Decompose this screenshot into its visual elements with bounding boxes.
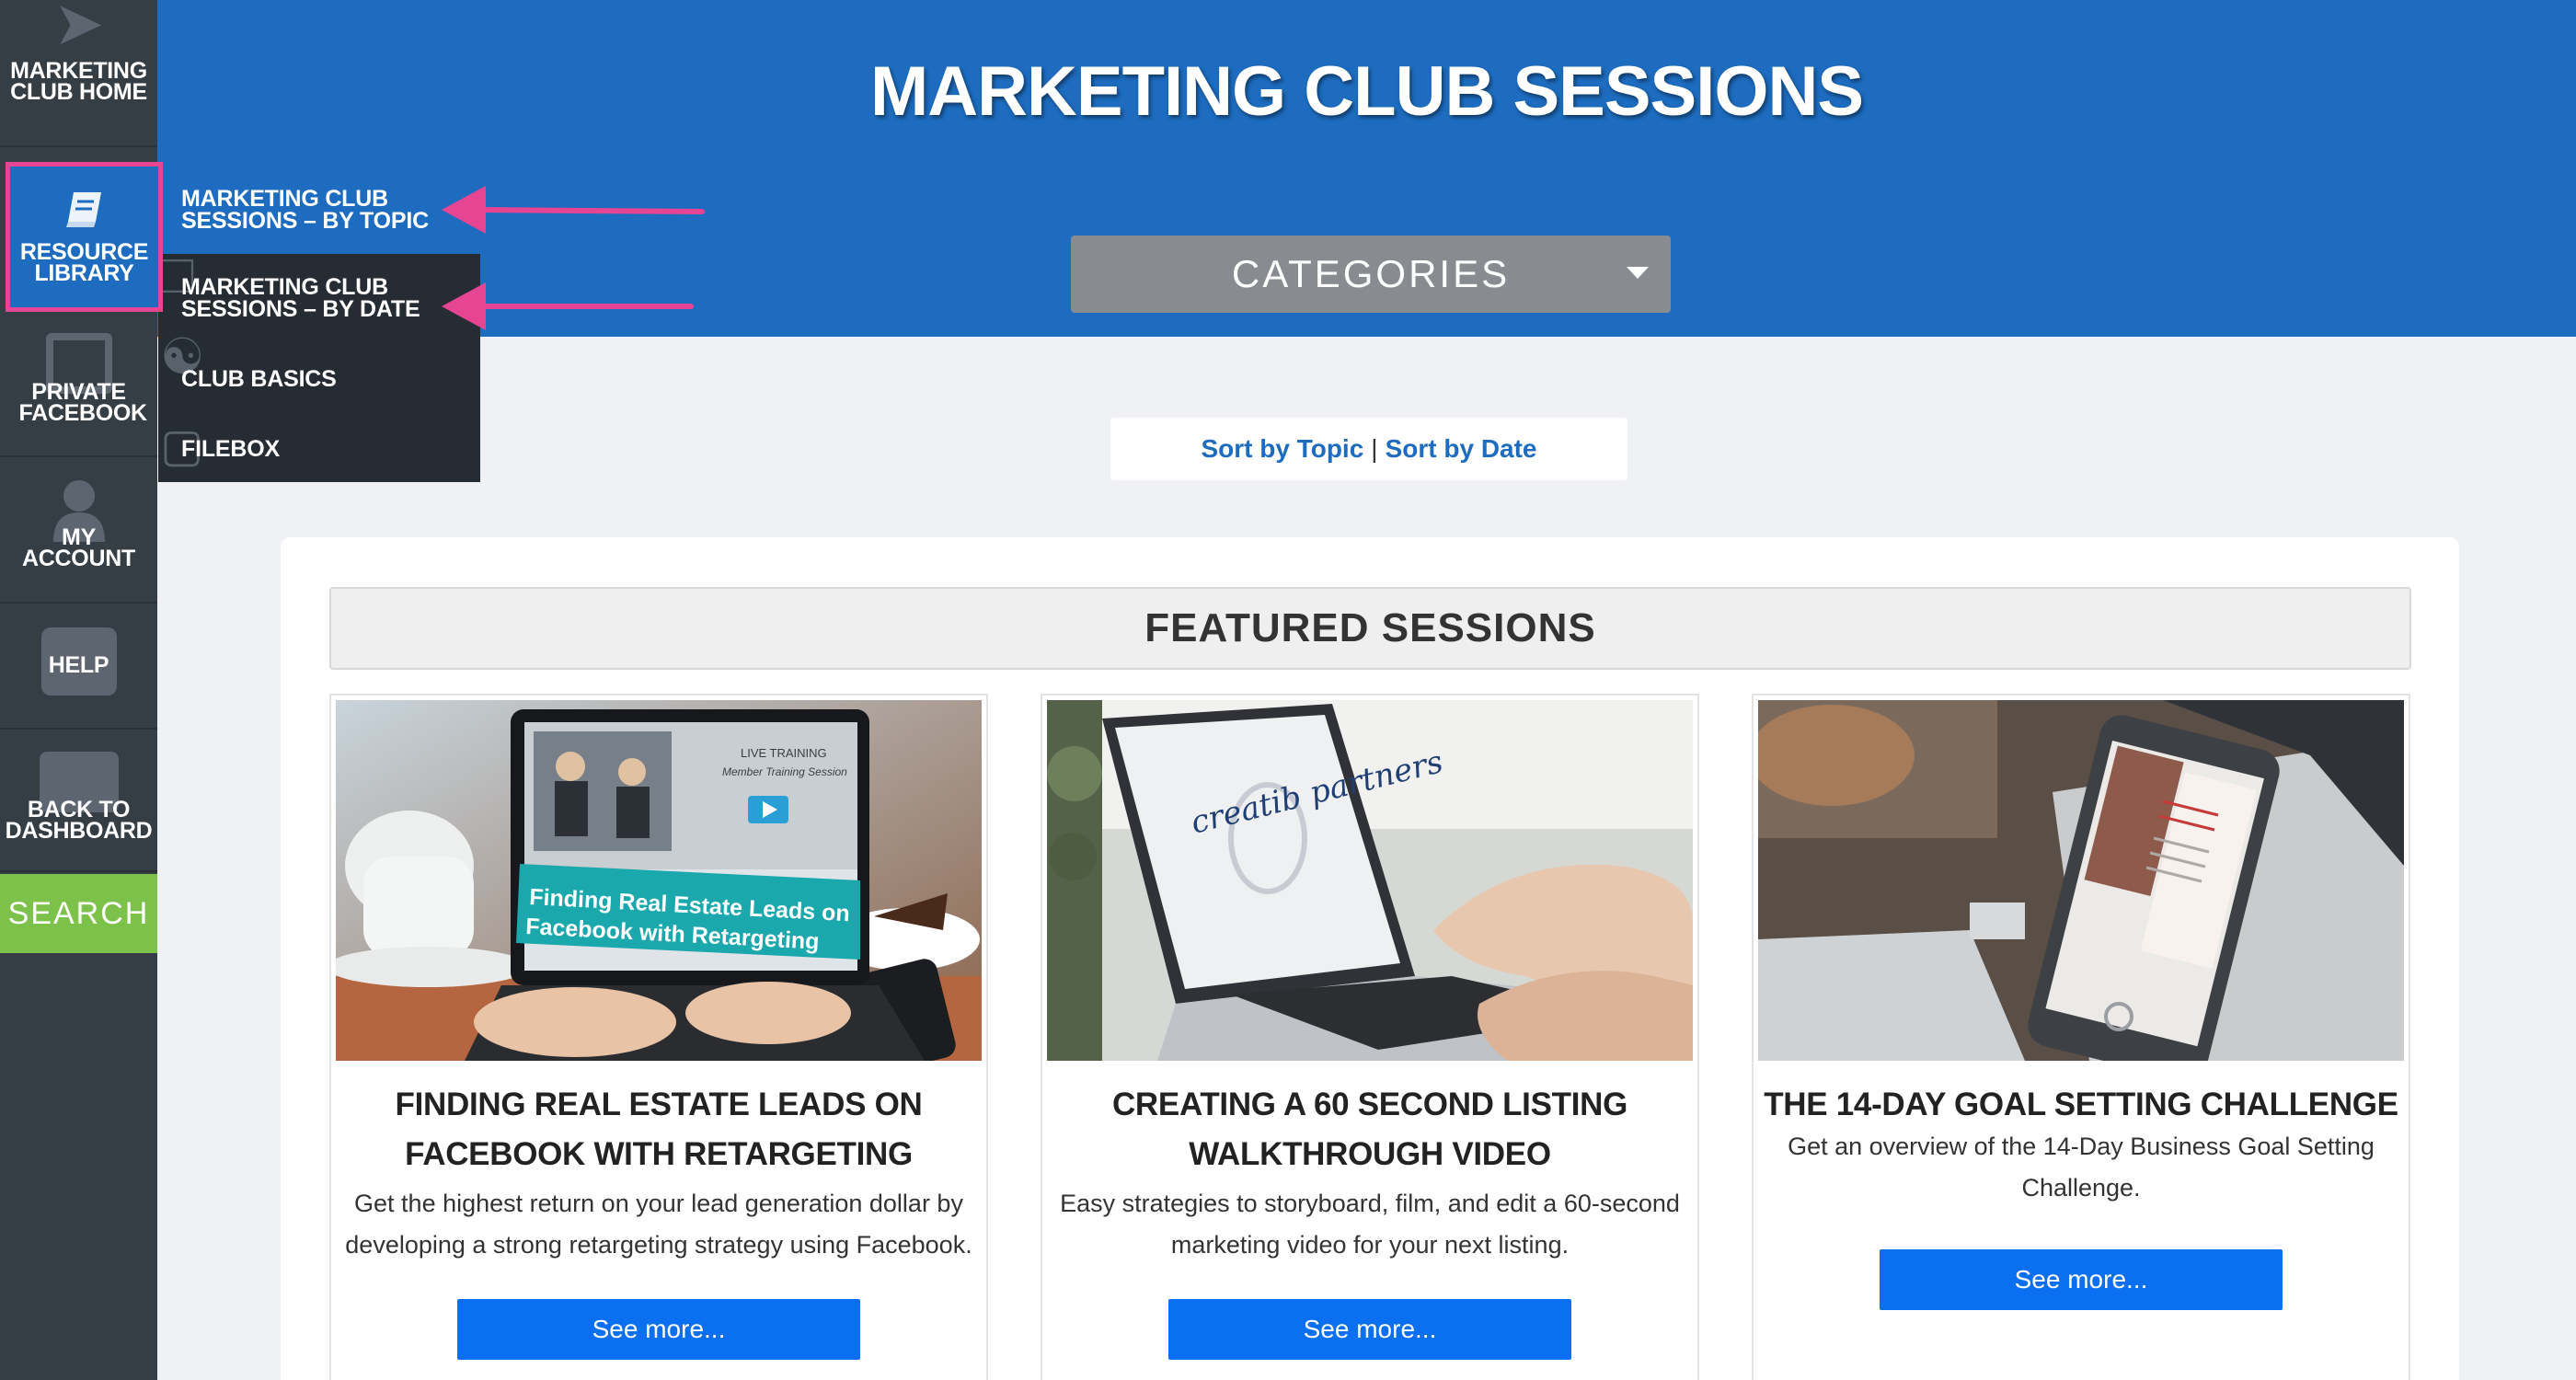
sidebar-item-resource-library[interactable]: RESOURCE LIBRARY bbox=[6, 162, 163, 312]
submenu-item-club-basics[interactable]: ☯ CLUB BASICS bbox=[158, 329, 480, 416]
featured-sessions-heading: FEATURED SESSIONS bbox=[329, 587, 2411, 670]
sidebar-item-label: MARKETING CLUB HOME bbox=[10, 58, 147, 105]
paper-plane-icon: ➤ bbox=[52, 0, 105, 57]
session-card-title: THE 14-DAY GOAL SETTING CHALLENGE bbox=[1764, 1087, 2398, 1122]
building-icon: ☯ bbox=[160, 329, 205, 385]
session-thumbnail-goal-challenge[interactable] bbox=[1758, 700, 2404, 1061]
resource-library-submenu: MARKETING CLUB SESSIONS – BY TOPIC □ MAR… bbox=[158, 166, 480, 482]
sidebar-item-label: MY ACCOUNT bbox=[22, 523, 135, 571]
featured-sessions-panel: FEATURED SESSIONS LIVE TRAINING Member T… bbox=[281, 537, 2459, 1380]
sidebar-item-help[interactable]: HELP bbox=[0, 604, 157, 730]
sidebar-item-my-account[interactable]: MY ACCOUNT bbox=[0, 457, 157, 604]
see-more-button[interactable]: See more... bbox=[1880, 1249, 2283, 1310]
sidebar-item-label: PRIVATE FACEBOOK bbox=[18, 378, 148, 426]
session-card-title: FINDING REAL ESTATE LEADS ON FACEBOOK WI… bbox=[395, 1087, 923, 1172]
categories-label: CATEGORIES bbox=[1231, 252, 1511, 295]
sort-by-date-link[interactable]: Sort by Date bbox=[1386, 434, 1537, 464]
session-card-title: CREATING A 60 SECOND LISTING WALKTHROUGH… bbox=[1111, 1087, 1628, 1172]
sidebar-item-label: BACK TO DASHBOARD bbox=[5, 796, 153, 844]
session-card-description: Get an overview of the 14-Day Business G… bbox=[1788, 1133, 2375, 1202]
submenu-item-sessions-by-topic[interactable]: MARKETING CLUB SESSIONS – BY TOPIC bbox=[158, 166, 480, 254]
thumbnail-text: Member Training Session bbox=[722, 765, 847, 778]
submenu-item-label: MARKETING CLUB SESSIONS – BY DATE bbox=[181, 274, 420, 322]
submenu-item-label: FILEBOX bbox=[181, 436, 280, 462]
session-thumbnail-listing-video[interactable]: creatib partners bbox=[1047, 700, 1693, 1061]
arrow-left-icon bbox=[442, 282, 694, 330]
page-title: MARKETING CLUB SESSIONS bbox=[869, 52, 1864, 131]
thumbnail-text: LIVE TRAINING bbox=[741, 746, 827, 760]
book-icon bbox=[65, 191, 101, 227]
arrow-left-icon bbox=[442, 186, 705, 234]
sidebar-item-private-facebook[interactable]: PRIVATE FACEBOOK bbox=[0, 313, 157, 457]
submenu-item-label: MARKETING CLUB SESSIONS – BY TOPIC bbox=[181, 186, 429, 234]
see-more-button[interactable]: See more... bbox=[1168, 1299, 1571, 1360]
session-card: THE 14-DAY GOAL SETTING CHALLENGE Get an… bbox=[1752, 694, 2410, 1380]
sidebar-search-button[interactable]: SEARCH bbox=[0, 874, 157, 953]
session-card: LIVE TRAINING Member Training Session Fi… bbox=[329, 694, 988, 1380]
submenu-item-label: CLUB BASICS bbox=[181, 366, 337, 392]
session-card-description: Get the highest return on your lead gene… bbox=[345, 1190, 972, 1259]
submenu-item-filebox[interactable]: ▢ FILEBOX bbox=[158, 416, 480, 482]
sort-by-topic-link[interactable]: Sort by Topic bbox=[1201, 434, 1363, 464]
sidebar-item-marketing-club-home[interactable]: ➤ MARKETING CLUB HOME bbox=[0, 0, 157, 147]
session-card-description: Easy strategies to storyboard, film, and… bbox=[1060, 1190, 1680, 1259]
sidebar-item-label: RESOURCE LIBRARY bbox=[19, 238, 149, 286]
chevron-down-icon bbox=[1627, 267, 1649, 279]
session-thumbnail-retargeting[interactable]: LIVE TRAINING Member Training Session Fi… bbox=[336, 700, 982, 1061]
sort-bar: Sort by Topic | Sort by Date bbox=[1110, 418, 1627, 480]
categories-dropdown[interactable]: CATEGORIES bbox=[1071, 236, 1671, 313]
sort-separator: | bbox=[1371, 434, 1378, 463]
sidebar-item-back-to-dashboard[interactable]: BACK TO DASHBOARD bbox=[0, 730, 157, 872]
submenu-item-sessions-by-date[interactable]: □ MARKETING CLUB SESSIONS – BY DATE bbox=[158, 247, 480, 342]
sidebar-item-label: HELP bbox=[48, 652, 109, 678]
session-card: creatib partners CREATING A 60 SECOND LI… bbox=[1041, 694, 1699, 1380]
see-more-button[interactable]: See more... bbox=[457, 1299, 860, 1360]
